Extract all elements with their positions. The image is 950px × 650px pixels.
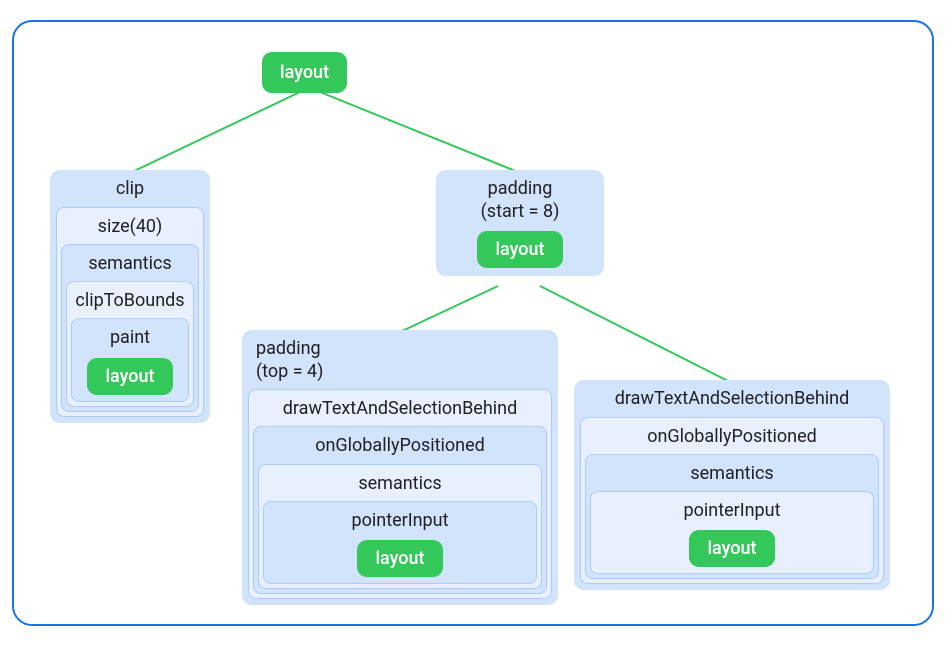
- node-level-title: pointerInput: [595, 496, 869, 528]
- root-node: layout: [262, 50, 346, 95]
- node-padding-start: padding (start = 8) layout: [436, 170, 604, 276]
- node-head-line2: (top = 4): [256, 361, 323, 382]
- node-level-title: semantics: [590, 459, 874, 491]
- node-level-title: onGloballyPositioned: [258, 431, 542, 463]
- layout-pill: layout: [357, 540, 442, 577]
- layout-pill: layout: [87, 358, 172, 395]
- root-layout-pill: layout: [262, 52, 347, 93]
- node-level: semantics clipToBounds paint layout: [61, 244, 199, 412]
- node-level: pointerInput layout: [263, 501, 537, 584]
- node-level: paint layout: [71, 318, 189, 401]
- node-level-title: onGloballyPositioned: [585, 422, 879, 454]
- node-head-line1: padding: [488, 178, 553, 199]
- layout-pill: layout: [689, 530, 774, 567]
- node-level: onGloballyPositioned semantics pointerIn…: [253, 426, 547, 594]
- node-head: drawTextAndSelectionBehind: [580, 386, 884, 417]
- node-head: padding (start = 8): [442, 176, 598, 229]
- node-head: padding (top = 4): [248, 336, 552, 389]
- node-level-title: size(40): [61, 212, 199, 244]
- node-level: clipToBounds paint layout: [66, 281, 194, 407]
- node-level-title: semantics: [263, 469, 537, 501]
- node-padding-top: padding (top = 4) drawTextAndSelectionBe…: [242, 330, 558, 605]
- node-level-title: semantics: [66, 249, 194, 281]
- node-level-title: drawTextAndSelectionBehind: [253, 394, 547, 426]
- node-level: semantics pointerInput layout: [585, 454, 879, 580]
- node-level: pointerInput layout: [590, 491, 874, 574]
- layout-pill: layout: [477, 231, 562, 268]
- node-head-line2: (start = 8): [481, 201, 560, 222]
- node-level-title: clipToBounds: [71, 286, 189, 318]
- node-drawtext: drawTextAndSelectionBehind onGloballyPos…: [574, 380, 890, 590]
- node-level: semantics pointerInput layout: [258, 464, 542, 590]
- node-level: drawTextAndSelectionBehind onGloballyPos…: [248, 389, 552, 599]
- node-level-title: pointerInput: [268, 506, 532, 538]
- node-head-line1: padding: [256, 338, 321, 359]
- node-clip: clip size(40) semantics clipToBounds pai…: [50, 170, 210, 423]
- node-level: onGloballyPositioned semantics pointerIn…: [580, 417, 884, 585]
- node-level-title: paint: [76, 323, 184, 355]
- node-head: clip: [56, 176, 204, 207]
- node-level: size(40) semantics clipToBounds paint la…: [56, 207, 204, 417]
